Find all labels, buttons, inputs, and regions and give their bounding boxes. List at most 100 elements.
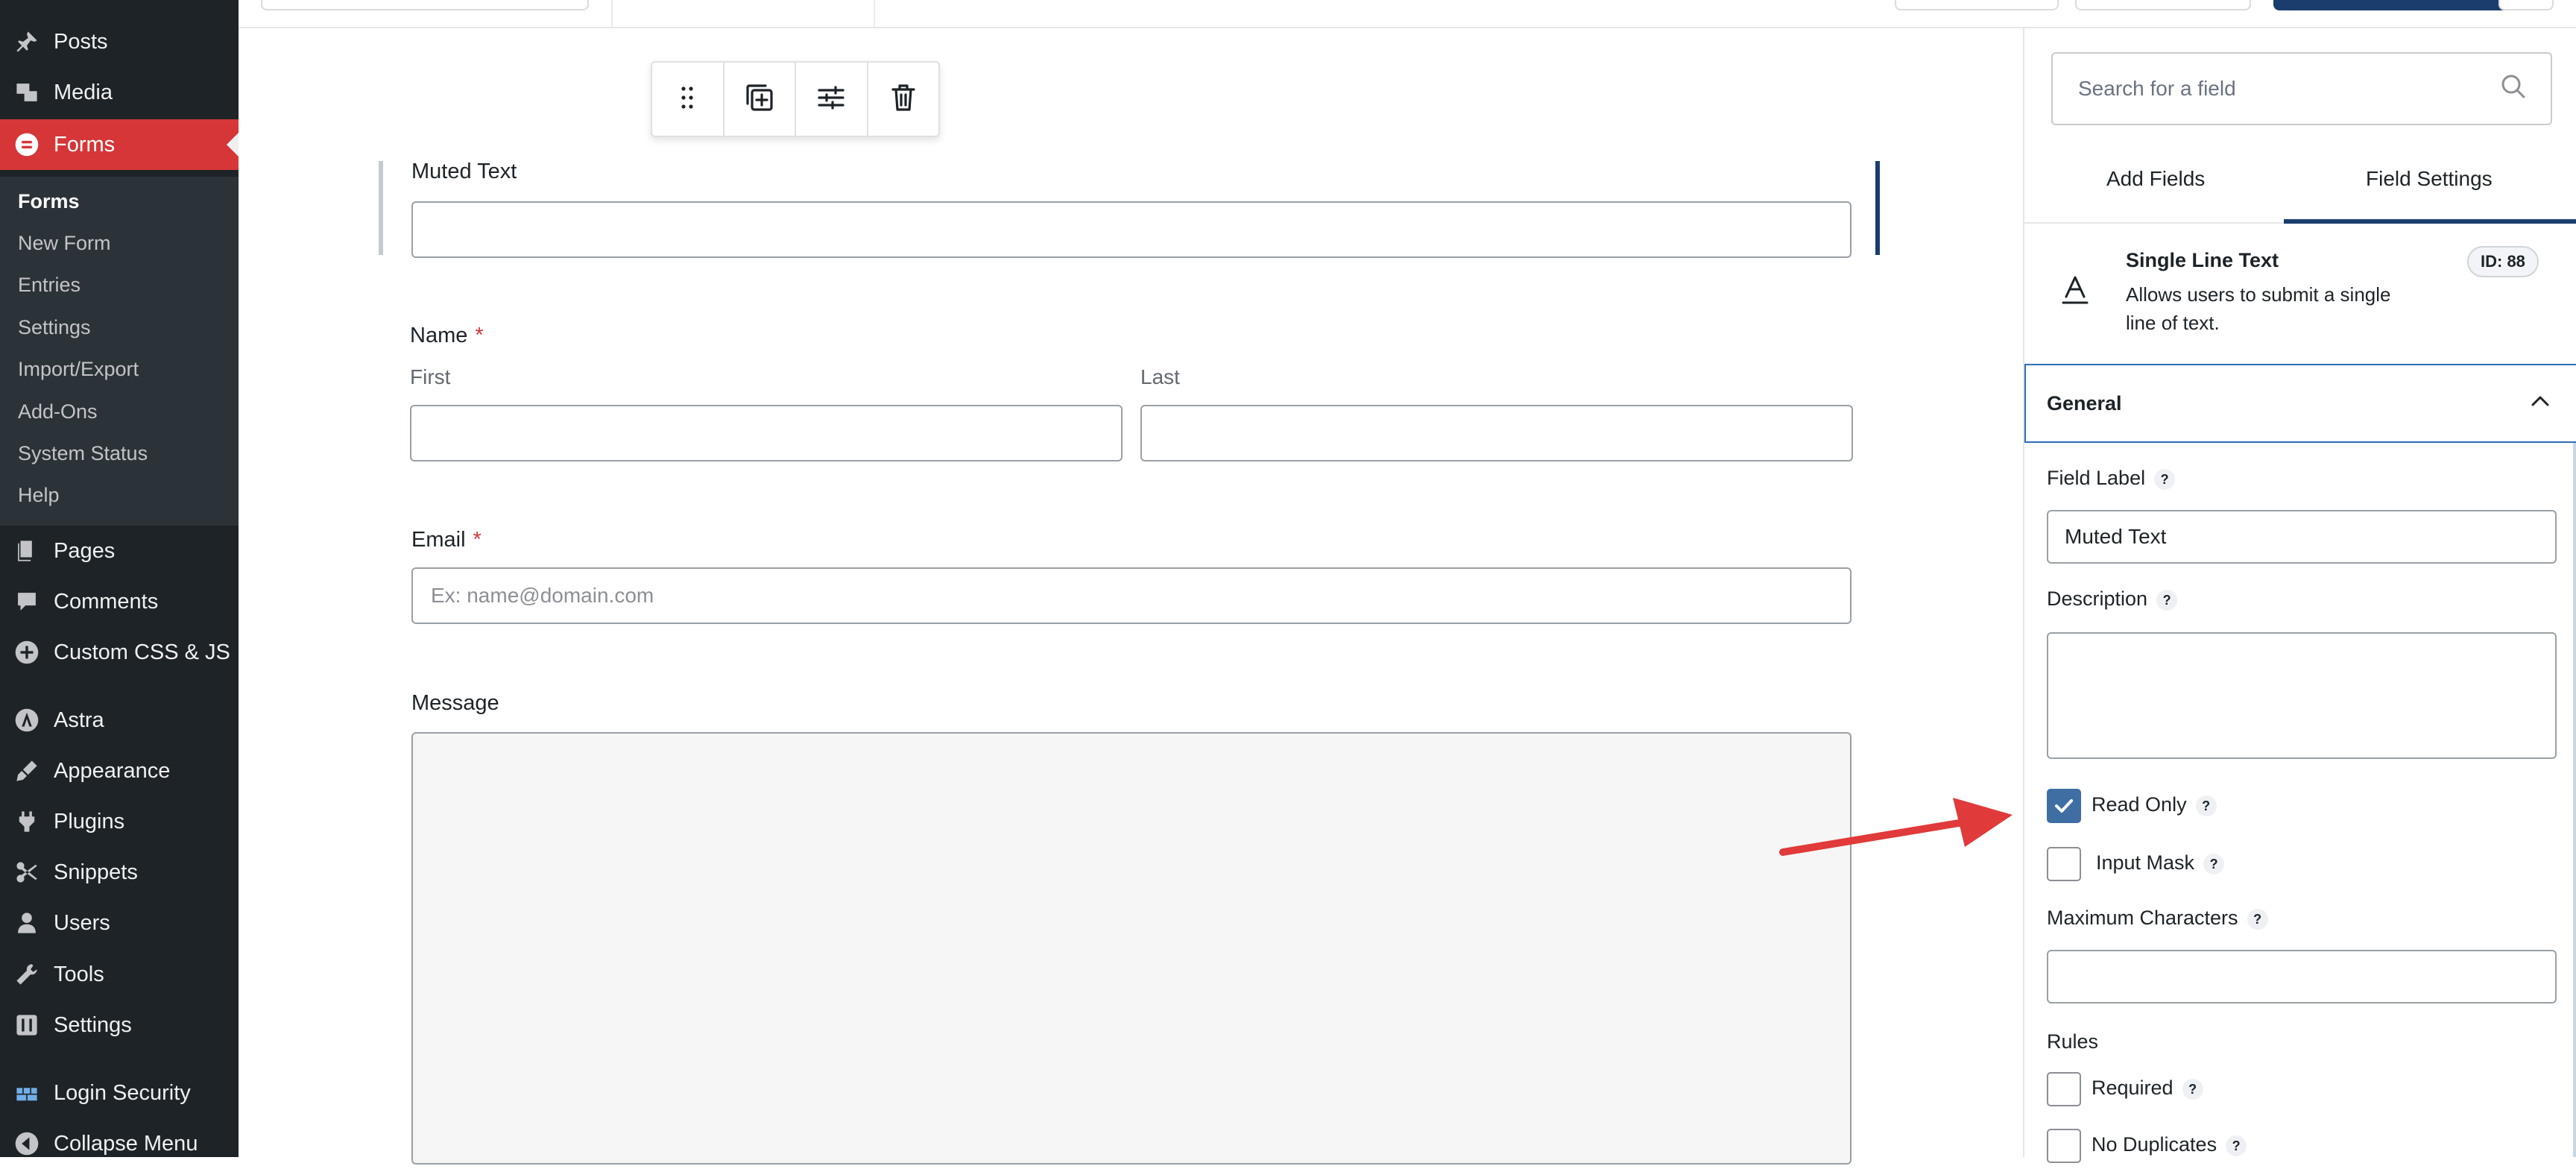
drag-handle-button[interactable] [652, 63, 724, 136]
sidebar-item-label: Posts [54, 29, 108, 54]
comments-icon [13, 588, 40, 615]
message-textarea[interactable] [411, 732, 1852, 1165]
sidebar-item-astra[interactable]: Astra [0, 695, 239, 746]
last-name-input[interactable] [1140, 405, 1853, 461]
input-mask-label: Input Mask? [2096, 851, 2225, 875]
sidebar-item-media[interactable]: Media [0, 67, 239, 118]
first-name-input[interactable] [410, 405, 1123, 461]
help-icon[interactable]: ? [2247, 908, 2268, 930]
forms-submenu: Forms New Form Entries Settings Import/E… [0, 177, 239, 526]
description-label: Description? [2047, 587, 2178, 611]
scissors-icon [13, 859, 40, 886]
email-label-text: Email [411, 528, 466, 552]
field-label-input[interactable] [2047, 510, 2557, 564]
submenu-settings[interactable]: Settings [18, 316, 91, 339]
toolbar-button[interactable] [2498, 0, 2554, 10]
max-characters-text: Maximum Characters [2047, 907, 2238, 929]
help-icon[interactable]: ? [2203, 853, 2225, 875]
form-title-input[interactable] [261, 0, 589, 10]
field-label-text: Field Label [2047, 467, 2146, 489]
plus-circle-icon [13, 639, 40, 666]
sidebar-item-snippets[interactable]: Snippets [0, 847, 239, 898]
description-label-text: Description [2047, 587, 2148, 610]
required-checkbox[interactable] [2047, 1072, 2081, 1106]
active-tab-indicator [2284, 219, 2576, 224]
required-text: Required [2092, 1077, 2174, 1099]
tab-field-settings[interactable]: Field Settings [2366, 167, 2493, 191]
sidebar-item-custom-css-js[interactable]: Custom CSS & JS [0, 627, 239, 678]
submenu-entries[interactable]: Entries [18, 274, 80, 297]
muted-text-label: Muted Text [411, 160, 517, 183]
submenu-help[interactable]: Help [18, 484, 60, 507]
sidebar-item-login-security[interactable]: Login Security [0, 1068, 239, 1118]
email-label: Email * [411, 528, 482, 552]
general-accordion-header[interactable]: General [2024, 364, 2576, 443]
last-name-label: Last [1140, 365, 1180, 388]
collapse-menu-button[interactable]: Collapse Menu [0, 1118, 239, 1169]
field-selection-right-marker [1875, 161, 1880, 255]
help-icon[interactable]: ? [2195, 795, 2217, 816]
read-only-label: Read Only? [2092, 793, 2217, 816]
sidebar-item-forms[interactable]: Forms [0, 119, 239, 170]
delete-field-button[interactable] [868, 63, 939, 136]
tab-add-fields[interactable]: Add Fields [2106, 167, 2205, 191]
sidebar-item-label: Pages [54, 538, 116, 563]
read-only-checkbox[interactable] [2047, 789, 2081, 823]
help-icon[interactable]: ? [2182, 1078, 2203, 1100]
sidebar-item-label: Forms [54, 132, 116, 157]
required-asterisk: * [473, 528, 482, 552]
sidebar-item-tools[interactable]: Tools [0, 949, 239, 1000]
sidebar-item-posts[interactable]: Posts [0, 16, 239, 67]
input-mask-checkbox[interactable] [2047, 847, 2081, 881]
single-line-text-icon [2060, 274, 2090, 311]
required-label: Required? [2092, 1077, 2203, 1100]
pages-icon [13, 538, 40, 564]
toolbar-button[interactable] [1895, 0, 2059, 10]
field-type-description-line1: Allows users to submit a single [2126, 283, 2391, 306]
panel-scrollbar[interactable] [2573, 443, 2576, 1157]
editor-top-bar [239, 0, 2576, 28]
help-icon[interactable]: ? [2154, 468, 2176, 490]
submenu-new-form[interactable]: New Form [18, 232, 111, 255]
sidebar-item-pages[interactable]: Pages [0, 526, 239, 576]
general-section-title: General [2047, 391, 2122, 415]
collapse-icon [13, 1130, 40, 1157]
submenu-forms[interactable]: Forms [18, 190, 80, 213]
submenu-system-status[interactable]: System Status [18, 442, 148, 465]
help-icon[interactable]: ? [2226, 1135, 2247, 1156]
submenu-add-ons[interactable]: Add-Ons [18, 400, 98, 423]
field-block-toolbar [651, 61, 940, 137]
sidebar-item-label: Users [54, 910, 110, 935]
trash-icon [886, 80, 921, 119]
sidebar-item-settings[interactable]: Settings [0, 1000, 239, 1050]
sidebar-item-comments[interactable]: Comments [0, 576, 239, 627]
sidebar-item-label: Settings [54, 1012, 132, 1037]
field-settings-button[interactable] [796, 63, 868, 136]
user-icon [13, 910, 40, 936]
field-search-input[interactable] [2051, 52, 2552, 125]
max-characters-input[interactable] [2047, 950, 2557, 1003]
toolbar-button[interactable] [2075, 0, 2251, 10]
settings-sliders-icon [813, 80, 849, 119]
search-icon[interactable] [2498, 72, 2528, 105]
no-duplicates-checkbox[interactable] [2047, 1129, 2081, 1163]
field-id-badge: ID: 88 [2467, 246, 2539, 277]
muted-text-input[interactable] [411, 201, 1852, 258]
submenu-import-export[interactable]: Import/Export [18, 358, 139, 381]
field-type-description-line2: line of text. [2126, 312, 2220, 334]
name-label-text: Name [410, 324, 468, 347]
help-icon[interactable]: ? [2156, 589, 2178, 611]
sliders-icon [13, 1012, 40, 1039]
sidebar-item-appearance[interactable]: Appearance [0, 746, 239, 796]
sidebar-item-label: Appearance [54, 758, 171, 783]
duplicate-field-button[interactable] [724, 63, 796, 136]
email-input[interactable] [411, 567, 1852, 624]
save-form-button[interactable] [2273, 0, 2527, 10]
sidebar-item-plugins[interactable]: Plugins [0, 796, 239, 847]
sidebar-item-users[interactable]: Users [0, 898, 239, 948]
sidebar-item-label: Media [54, 80, 113, 104]
sidebar-item-label: Snippets [54, 860, 138, 884]
description-textarea[interactable] [2047, 632, 2557, 759]
sidebar-item-label: Tools [54, 962, 104, 986]
pin-icon [13, 28, 40, 55]
